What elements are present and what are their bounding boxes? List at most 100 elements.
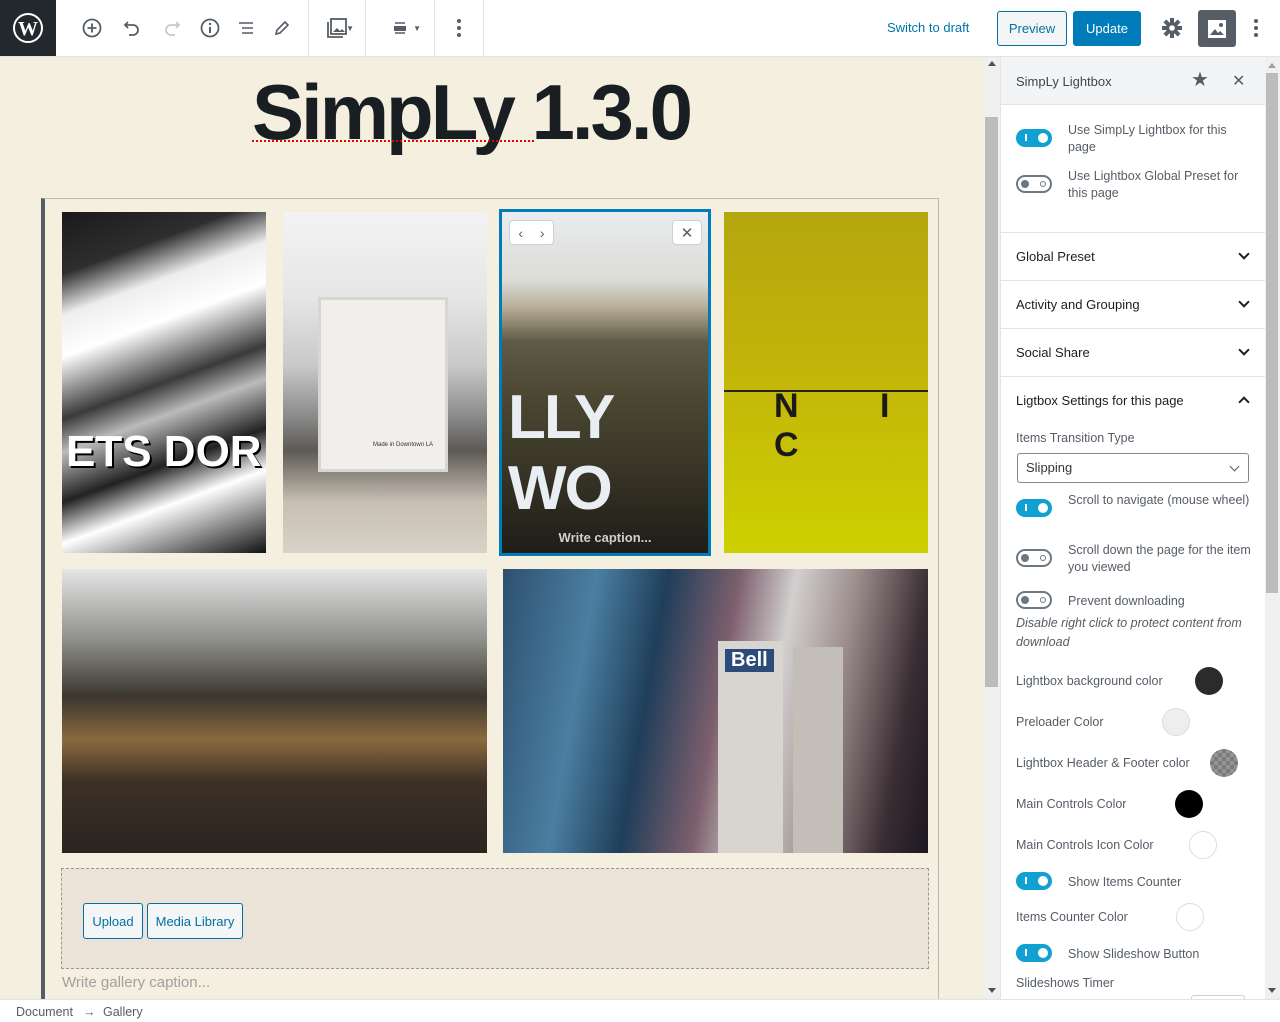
block-more-options-button[interactable] xyxy=(445,14,473,42)
prevent-downloading-toggle[interactable] xyxy=(1016,591,1052,609)
editor-toolbar: W ▼ ▼ Switch to draft Preview Update xyxy=(0,0,1280,57)
transition-type-select[interactable]: Slipping xyxy=(1017,453,1249,483)
image-move-controls: ‹ › xyxy=(509,220,554,245)
gallery-image[interactable]: N I C xyxy=(724,212,928,553)
gallery-image[interactable] xyxy=(62,569,487,853)
caret-down-icon: ▼ xyxy=(346,24,354,33)
simply-lightbox-plugin-button[interactable] xyxy=(1198,10,1236,47)
use-simply-lightbox-toggle[interactable] xyxy=(1016,129,1052,147)
wordpress-logo-button[interactable]: W xyxy=(0,0,56,56)
plugin-sidebar: SimpLy Lightbox ★ ✕ Use SimpLy Lightbox … xyxy=(1000,57,1265,999)
gallery-image-selected[interactable]: LLY WO ‹ › ✕ Write caption... xyxy=(499,209,711,556)
toggle-label: Show Items Counter xyxy=(1068,875,1182,889)
redo-icon xyxy=(165,21,181,36)
show-items-counter-toggle[interactable] xyxy=(1016,872,1052,890)
add-block-button[interactable] xyxy=(78,14,106,42)
scroll-up-arrow[interactable] xyxy=(988,61,996,66)
payphone xyxy=(793,647,843,853)
image-caption-input[interactable]: Write caption... xyxy=(502,530,708,545)
chevron-down-icon xyxy=(1238,296,1250,308)
spellcheck-underline xyxy=(252,139,534,142)
edit-tool-icon xyxy=(274,20,290,36)
lightbox-bg-color-swatch[interactable] xyxy=(1195,667,1223,695)
editor-scrollbar[interactable] xyxy=(984,57,1000,999)
update-button[interactable]: Update xyxy=(1073,11,1141,46)
block-navigation-icon xyxy=(239,22,253,34)
gallery-image[interactable]: Made in Downtown LA xyxy=(283,212,487,553)
scroll-down-arrow[interactable] xyxy=(988,988,996,993)
sidebar-title: SimpLy Lightbox xyxy=(1016,74,1112,89)
settings-gear-icon xyxy=(1162,18,1182,38)
sidebar-scrollbar[interactable] xyxy=(1265,57,1280,999)
gallery-upload-area[interactable]: Upload Media Library xyxy=(61,868,929,969)
star-icon[interactable]: ★ xyxy=(1191,70,1209,90)
payphone xyxy=(718,641,783,853)
color-label: Main Controls Icon Color xyxy=(1016,838,1154,852)
toggle-label: Use SimpLy Lightbox for this page xyxy=(1068,123,1227,154)
toolbar-divider xyxy=(365,0,366,56)
image-overlay-text: LLY WO xyxy=(508,383,614,523)
block-navigation-button[interactable] xyxy=(232,14,260,42)
editor-canvas: SimpLy 1.3.0 ETS DOR Made in Downtown LA… xyxy=(0,57,984,999)
color-label: Main Controls Color xyxy=(1016,797,1127,811)
upload-button[interactable]: Upload xyxy=(83,903,143,939)
items-counter-color-swatch[interactable] xyxy=(1176,903,1204,931)
remove-image-button[interactable]: ✕ xyxy=(672,220,702,245)
scroll-down-arrow[interactable] xyxy=(1268,988,1276,993)
main-controls-color-swatch[interactable] xyxy=(1175,790,1203,818)
use-global-preset-toggle[interactable] xyxy=(1016,175,1052,193)
preloader-color-swatch[interactable] xyxy=(1162,708,1190,736)
close-sidebar-button[interactable]: ✕ xyxy=(1232,71,1245,91)
scroll-thumb[interactable] xyxy=(985,117,998,687)
move-right-button[interactable]: › xyxy=(540,225,545,241)
panel-social-share[interactable]: Social Share xyxy=(1001,328,1265,376)
gallery-block[interactable]: ETS DOR Made in Downtown LA LLY WO ‹ › ✕… xyxy=(41,198,939,999)
prevent-download-hint: Disable right click to protect content f… xyxy=(1016,616,1242,649)
panel-lightbox-settings[interactable]: Ligtbox Settings for this page xyxy=(1001,376,1265,424)
settings-button[interactable] xyxy=(1160,16,1184,40)
image-overlay-text: Made in Downtown LA xyxy=(373,442,434,448)
gallery-image[interactable]: ETS DOR xyxy=(62,212,266,553)
breadcrumb-document[interactable]: Document xyxy=(16,1005,73,1019)
scroll-down-toggle[interactable] xyxy=(1016,549,1052,567)
image-overlay-text: N I C xyxy=(774,387,926,464)
scroll-navigate-toggle[interactable] xyxy=(1016,499,1052,517)
gallery-block-switcher[interactable]: ▼ xyxy=(318,14,356,42)
redo-button[interactable] xyxy=(158,14,186,42)
color-label: Lightbox Header & Footer color xyxy=(1016,756,1190,770)
color-label: Lightbox background color xyxy=(1016,674,1163,688)
main-controls-icon-color-swatch[interactable] xyxy=(1189,831,1217,859)
post-title[interactable]: SimpLy 1.3.0 xyxy=(252,67,693,158)
breadcrumb-gallery[interactable]: Gallery xyxy=(103,1005,143,1019)
block-breadcrumb: Document → Gallery xyxy=(0,999,1280,1022)
edit-tool-button[interactable] xyxy=(268,14,296,42)
scroll-up-arrow[interactable] xyxy=(1268,63,1276,68)
panel-activity-grouping[interactable]: Activity and Grouping xyxy=(1001,280,1265,328)
gallery-image[interactable]: Bell xyxy=(503,569,928,853)
more-tools-button[interactable] xyxy=(1246,14,1266,42)
more-menu-icon xyxy=(1254,19,1258,37)
image-plugin-icon xyxy=(1208,19,1226,38)
align-button[interactable]: ▼ xyxy=(377,14,423,42)
content-info-button[interactable] xyxy=(196,14,224,42)
info-icon xyxy=(200,18,220,38)
panel-global-preset[interactable]: Global Preset xyxy=(1001,232,1265,280)
add-block-icon xyxy=(82,18,102,38)
undo-button[interactable] xyxy=(118,14,146,42)
gallery-caption-input[interactable]: Write gallery caption... xyxy=(62,974,210,991)
switch-to-draft-link[interactable]: Switch to draft xyxy=(887,20,969,35)
select-value: Slipping xyxy=(1026,460,1073,475)
color-label: Preloader Color xyxy=(1016,715,1104,729)
panel-title: Ligtbox Settings for this page xyxy=(1016,393,1184,408)
sidebar-header: SimpLy Lightbox ★ ✕ xyxy=(1001,57,1265,105)
panel-title: Global Preset xyxy=(1016,249,1095,264)
header-footer-color-swatch[interactable] xyxy=(1210,749,1238,777)
wordpress-logo-icon: W xyxy=(13,13,43,43)
slideshow-timer-label: Slideshows Timer xyxy=(1016,976,1114,990)
show-slideshow-toggle[interactable] xyxy=(1016,944,1052,962)
media-library-button[interactable]: Media Library xyxy=(147,903,243,939)
toggle-label: Scroll down the page for the item you vi… xyxy=(1068,543,1251,574)
preview-button[interactable]: Preview xyxy=(997,11,1067,46)
move-left-button[interactable]: ‹ xyxy=(518,225,523,241)
scroll-thumb[interactable] xyxy=(1266,73,1278,593)
